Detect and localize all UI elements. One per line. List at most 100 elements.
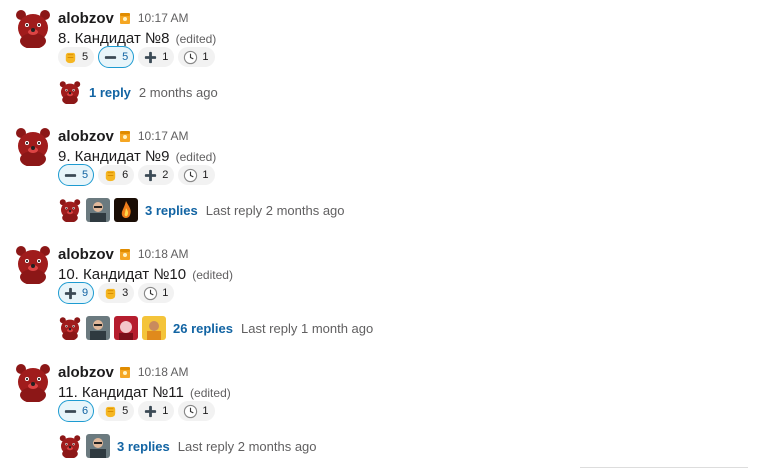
edited-label: (edited) xyxy=(192,268,233,282)
author-name[interactable]: alobzov xyxy=(58,128,114,145)
avatar[interactable] xyxy=(142,316,166,340)
avatar[interactable] xyxy=(14,126,52,166)
plus-icon xyxy=(63,286,78,301)
reply-count-link[interactable]: 26 replies xyxy=(173,321,233,336)
minus-icon xyxy=(103,50,118,65)
status-emoji-icon xyxy=(118,11,132,25)
reaction-count: 3 xyxy=(122,287,129,299)
edited-label: (edited) xyxy=(175,32,217,46)
message: alobzov 10:18 AM 11. Кандидат №11 (edite… xyxy=(0,354,757,472)
timestamp[interactable]: 10:17 AM xyxy=(138,11,189,25)
reaction-button[interactable]: 6 xyxy=(98,165,135,185)
reactions-bar: 5 6 2 1 xyxy=(58,164,215,186)
reaction-count: 1 xyxy=(202,405,209,417)
status-emoji-icon xyxy=(118,129,132,143)
reaction-count: 5 xyxy=(82,51,89,63)
author-name[interactable]: alobzov xyxy=(58,364,114,381)
message-body: 11. Кандидат №11 xyxy=(58,384,184,401)
thread-summary[interactable]: 26 replies Last reply 1 month ago xyxy=(58,316,373,340)
plus-icon xyxy=(143,168,158,183)
reply-count-link[interactable]: 3 replies xyxy=(145,203,198,218)
reactions-bar: 5 5 1 1 xyxy=(58,46,215,68)
status-emoji-icon xyxy=(118,247,132,261)
fist-icon xyxy=(103,286,118,301)
last-reply-time: Last reply 1 month ago xyxy=(241,320,374,336)
avatar[interactable] xyxy=(86,316,110,340)
fist-icon xyxy=(63,50,78,65)
reaction-button[interactable]: 1 xyxy=(178,401,215,421)
plus-icon xyxy=(143,404,158,419)
timestamp[interactable]: 10:17 AM xyxy=(138,129,189,143)
avatar[interactable] xyxy=(86,198,110,222)
reaction-button[interactable]: 2 xyxy=(138,165,175,185)
reaction-button[interactable]: 1 xyxy=(178,47,215,67)
plus-icon xyxy=(143,50,158,65)
last-reply-time: 2 months ago xyxy=(138,84,218,100)
avatar[interactable] xyxy=(58,316,82,340)
reply-count-link[interactable]: 1 reply xyxy=(89,85,131,100)
reaction-count: 1 xyxy=(202,51,209,63)
avatar[interactable] xyxy=(86,434,110,458)
avatar[interactable] xyxy=(14,362,52,402)
reaction-button[interactable]: 3 xyxy=(98,283,135,303)
fist-icon xyxy=(103,404,118,419)
message-body: 8. Кандидат №8 xyxy=(58,30,170,47)
reaction-button[interactable]: 5 xyxy=(58,47,95,67)
message-body: 10. Кандидат №10 xyxy=(58,266,187,283)
avatar[interactable] xyxy=(58,80,82,104)
message-body: 9. Кандидат №9 xyxy=(58,148,170,165)
avatar[interactable] xyxy=(114,316,138,340)
message-text: 9. Кандидат №9 (edited) xyxy=(58,148,216,165)
last-reply-time: Last reply 2 months ago xyxy=(177,438,317,454)
message: alobzov 10:17 AM 9. Кандидат №9 (edited)… xyxy=(0,118,757,236)
clock-icon xyxy=(143,286,158,301)
reaction-count: 5 xyxy=(82,169,89,181)
thread-summary[interactable]: 3 replies Last reply 2 months ago xyxy=(58,198,345,222)
reaction-button[interactable]: 1 xyxy=(138,283,175,303)
reaction-button[interactable]: 1 xyxy=(138,47,175,67)
reaction-count: 6 xyxy=(122,169,129,181)
avatar[interactable] xyxy=(14,8,52,48)
minus-icon xyxy=(63,168,78,183)
minus-icon xyxy=(63,404,78,419)
reaction-button[interactable]: 1 xyxy=(178,165,215,185)
divider xyxy=(580,467,748,468)
reply-count-link[interactable]: 3 replies xyxy=(117,439,170,454)
avatar[interactable] xyxy=(58,198,82,222)
author-name[interactable]: alobzov xyxy=(58,10,114,27)
last-reply-time: Last reply 2 months ago xyxy=(205,202,345,218)
reaction-button[interactable]: 9 xyxy=(58,282,95,304)
timestamp[interactable]: 10:18 AM xyxy=(138,365,189,379)
thread-summary[interactable]: 1 reply 2 months ago xyxy=(58,80,218,104)
edited-label: (edited) xyxy=(175,150,217,164)
message-text: 10. Кандидат №10 (edited) xyxy=(58,266,233,283)
author-name[interactable]: alobzov xyxy=(58,246,114,263)
message-text: 11. Кандидат №11 (edited) xyxy=(58,384,231,401)
message: alobzov 10:18 AM 10. Кандидат №10 (edite… xyxy=(0,236,757,354)
reaction-count: 9 xyxy=(82,287,89,299)
reaction-count: 1 xyxy=(162,405,169,417)
fist-icon xyxy=(103,168,118,183)
avatar[interactable] xyxy=(58,434,82,458)
avatar[interactable] xyxy=(114,198,138,222)
reaction-button[interactable]: 5 xyxy=(98,46,135,68)
clock-icon xyxy=(183,50,198,65)
reaction-count: 6 xyxy=(82,405,89,417)
status-emoji-icon xyxy=(118,365,132,379)
reactions-bar: 9 3 1 xyxy=(58,282,175,304)
timestamp[interactable]: 10:18 AM xyxy=(138,247,189,261)
reaction-count: 1 xyxy=(202,169,209,181)
reaction-button[interactable]: 5 xyxy=(98,401,135,421)
reaction-count: 5 xyxy=(122,51,129,63)
thread-summary[interactable]: 3 replies Last reply 2 months ago xyxy=(58,434,317,458)
reaction-button[interactable]: 6 xyxy=(58,400,95,422)
clock-icon xyxy=(183,168,198,183)
avatar[interactable] xyxy=(14,244,52,284)
reactions-bar: 6 5 1 1 xyxy=(58,400,215,422)
clock-icon xyxy=(183,404,198,419)
reaction-button[interactable]: 5 xyxy=(58,164,95,186)
reaction-count: 5 xyxy=(122,405,129,417)
edited-label: (edited) xyxy=(190,386,231,400)
reaction-button[interactable]: 1 xyxy=(138,401,175,421)
message: alobzov 10:17 AM 8. Кандидат №8 (edited)… xyxy=(0,0,757,118)
